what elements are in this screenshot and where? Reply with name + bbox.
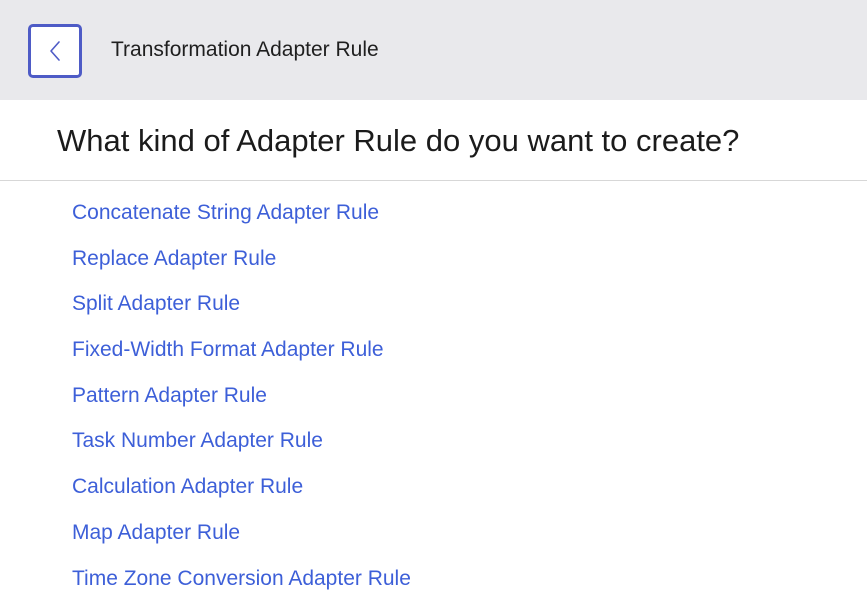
rule-link-concatenate-string[interactable]: Concatenate String Adapter Rule <box>72 195 411 241</box>
rule-link-time-zone-conversion[interactable]: Time Zone Conversion Adapter Rule <box>72 561 411 606</box>
rule-link-task-number[interactable]: Task Number Adapter Rule <box>72 423 411 469</box>
rule-link-split[interactable]: Split Adapter Rule <box>72 286 411 332</box>
header-bar: Transformation Adapter Rule <box>0 0 867 100</box>
page-title: Transformation Adapter Rule <box>111 37 379 63</box>
back-button[interactable] <box>28 24 82 78</box>
chevron-left-icon <box>48 39 62 63</box>
rule-link-replace[interactable]: Replace Adapter Rule <box>72 241 411 287</box>
rule-link-calculation[interactable]: Calculation Adapter Rule <box>72 469 411 515</box>
rule-link-pattern[interactable]: Pattern Adapter Rule <box>72 378 411 424</box>
rule-type-list: Concatenate String Adapter Rule Replace … <box>72 195 411 606</box>
rule-link-map[interactable]: Map Adapter Rule <box>72 515 411 561</box>
rule-link-fixed-width-format[interactable]: Fixed-Width Format Adapter Rule <box>72 332 411 378</box>
divider <box>0 180 867 181</box>
question-heading: What kind of Adapter Rule do you want to… <box>57 121 739 161</box>
